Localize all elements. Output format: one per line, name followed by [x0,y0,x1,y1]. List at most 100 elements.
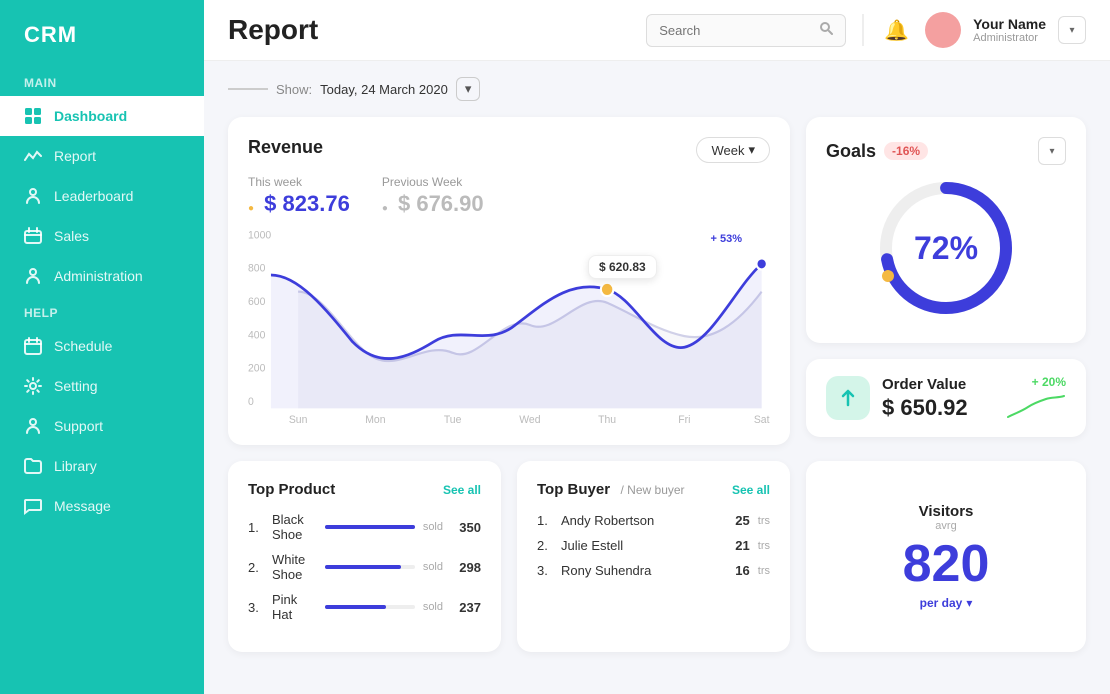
sidebar-item-report[interactable]: Report [0,136,204,176]
top-buyer-see-all[interactable]: See all [732,483,770,497]
list-item-value: 298 [453,560,481,575]
week-dropdown-button[interactable]: Week ▾ [696,137,770,163]
top-product-card: Top Product See all 1. Black Shoe sold 3… [228,461,501,652]
order-info: Order Value $ 650.92 [882,376,994,421]
visitors-card: Visitors avrg 820 per day ▾ [806,461,1086,652]
revenue-chart: $ 620.83 + 53% 1000 800 600 400 200 0 [248,225,770,425]
administration-icon [24,267,42,285]
revenue-card: Revenue Week ▾ This week ● $ 823.76 [228,117,790,445]
top-product-see-all[interactable]: See all [443,483,481,497]
sidebar-item-leaderboard[interactable]: Leaderboard [0,176,204,216]
sidebar-item-administration-label: Administration [54,268,143,284]
main-content: Report 🔔 Your Name Administrator ▾ Show:… [204,0,1110,694]
list-item-bar [325,565,415,569]
chevron-down-icon: ▾ [748,142,755,158]
order-value-label: Order Value [882,376,994,393]
calendar-icon [24,337,42,355]
content-area: Show: Today, 24 March 2020 ▾ Revenue Wee… [204,61,1110,694]
top-buyer-subtitle: / New buyer [621,483,685,497]
search-icon [819,21,833,40]
sidebar-item-support-label: Support [54,418,103,434]
this-week-dot: ● [248,203,254,214]
top-buyer-list: 1. Andy Robertson 25 trs 2. Julie Estell… [537,513,770,578]
show-dropdown-button[interactable]: ▾ [456,77,481,101]
sales-icon [24,227,42,245]
revenue-chart-svg: 1000 800 600 400 200 0 Sun Mon Tue Wed T… [248,225,770,425]
goals-dropdown-button[interactable]: ▾ [1038,137,1066,165]
user-role: Administrator [973,32,1046,44]
sidebar-section-main: Main [0,66,204,96]
goals-donut: 72% [826,173,1066,323]
show-bar-line [228,88,268,90]
top-product-title: Top Product [248,481,335,498]
show-label: Show: [276,82,312,97]
leaderboard-icon [24,187,42,205]
revenue-title: Revenue [248,137,323,158]
sidebar-item-dashboard[interactable]: Dashboard [0,96,204,136]
sidebar-item-leaderboard-label: Leaderboard [54,188,133,204]
svg-text:200: 200 [248,362,265,374]
top-buyer-card: Top Buyer / New buyer See all 1. Andy Ro… [517,461,790,652]
sidebar-item-message[interactable]: Message [0,486,204,526]
sidebar-item-schedule[interactable]: Schedule [0,326,204,366]
sidebar-item-sales[interactable]: Sales [0,216,204,256]
sidebar-item-library[interactable]: Library [0,446,204,486]
user-info: Your Name Administrator [973,16,1046,44]
sidebar-item-support[interactable]: Support [0,406,204,446]
list-item: 3. Rony Suhendra 16 trs [537,563,770,578]
sidebar-item-setting[interactable]: Setting [0,366,204,406]
revenue-header: Revenue Week ▾ [248,137,770,163]
user-dropdown-button[interactable]: ▾ [1058,16,1086,44]
order-icon [826,376,870,420]
sidebar-item-library-label: Library [54,458,97,474]
list-item-rank: 2. [248,560,264,575]
prev-week-value: ● $ 676.90 [382,191,484,217]
chevron-down-icon: ▾ [966,596,972,610]
visitors-value: 820 [903,538,990,590]
top-buyer-header: Top Buyer / New buyer See all [537,481,770,499]
list-item-value: 350 [453,520,481,535]
list-item-bar [325,525,415,529]
list-item-value: 237 [453,600,481,615]
gear-icon [24,377,42,395]
svg-text:Mon: Mon [365,414,385,425]
visitors-label: Visitors [919,503,974,520]
sidebar-item-message-label: Message [54,498,111,514]
order-value-card: Order Value $ 650.92 + 20% [806,359,1086,437]
activity-icon [24,147,42,165]
user-name: Your Name [973,16,1046,32]
list-item: 3. Pink Hat sold 237 [248,592,481,622]
trend-chart-icon [1006,393,1066,421]
visitors-sub: avrg [935,520,956,532]
sidebar-item-report-label: Report [54,148,96,164]
top-product-header: Top Product See all [248,481,481,498]
svg-text:Wed: Wed [519,414,540,425]
top-product-list: 1. Black Shoe sold 350 2. White Shoe sol… [248,512,481,622]
this-week-label: This week [248,175,350,189]
list-item-bar [325,605,415,609]
top-buyer-title: Top Buyer [537,481,610,498]
header: Report 🔔 Your Name Administrator ▾ [204,0,1110,61]
sidebar-item-schedule-label: Schedule [54,338,112,354]
sidebar-item-dashboard-label: Dashboard [54,108,127,124]
visitors-footer: per day ▾ [920,596,973,610]
top-buyer-title-group: Top Buyer / New buyer [537,481,685,499]
goals-title: Goals [826,141,876,162]
list-item-value: 25 [722,513,750,528]
order-value-amount: $ 650.92 [882,395,994,421]
goals-card: Goals -16% ▾ [806,117,1086,343]
visitors-per-day: per day [920,596,963,610]
list-item: 2. White Shoe sold 298 [248,552,481,582]
sidebar-item-administration[interactable]: Administration [0,256,204,296]
order-percent: + 20% [1032,375,1066,389]
grid-icon [24,107,42,125]
goals-badge: -16% [884,142,928,160]
list-item-name: Julie Estell [561,538,714,553]
search-box[interactable] [646,14,846,47]
order-trend: + 20% [1006,375,1066,421]
header-divider [862,14,864,46]
list-item-rank: 3. [537,563,553,578]
prev-week-dot: ● [382,203,388,214]
notification-button[interactable]: 🔔 [880,14,913,47]
search-input[interactable] [659,23,813,38]
